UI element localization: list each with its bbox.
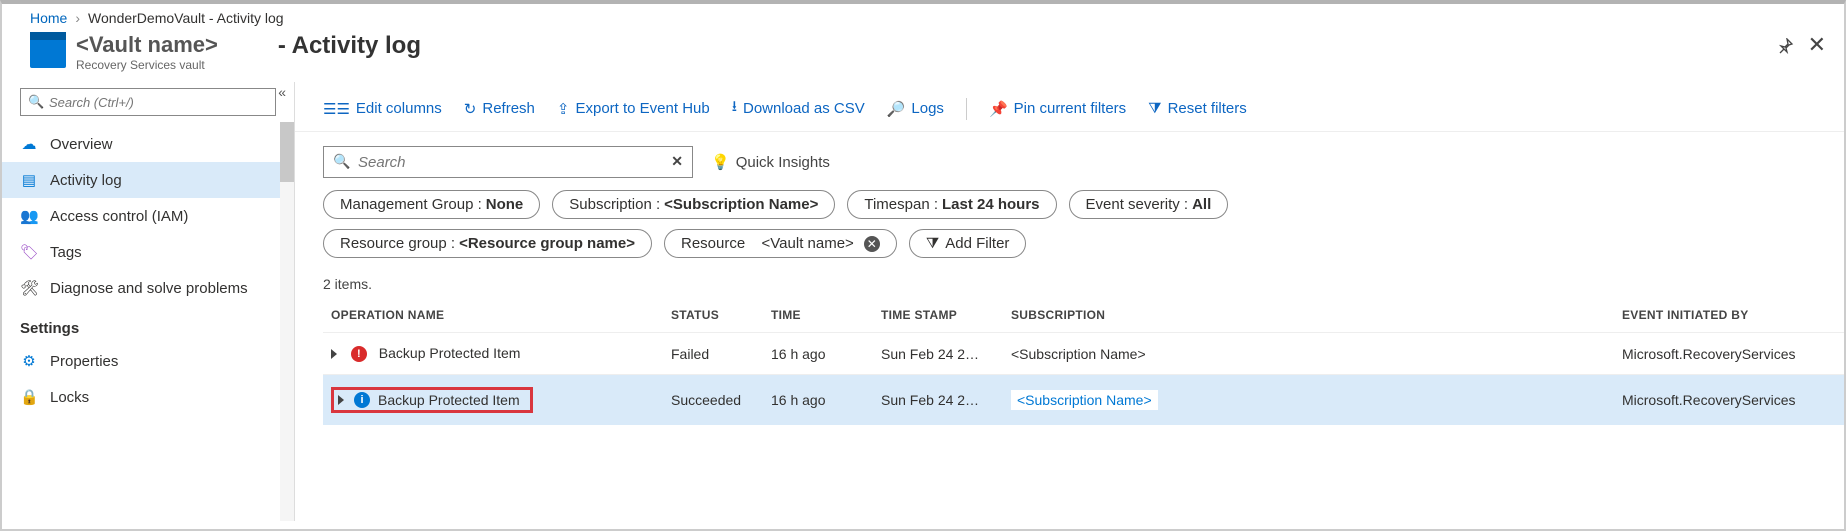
time-cell: 16 h ago bbox=[763, 375, 873, 426]
sidebar-item-label: Overview bbox=[50, 136, 113, 153]
highlighted-operation: i Backup Protected Item bbox=[331, 387, 533, 413]
main-content: ☰☰Edit columns ↻Refresh ⇪Export to Event… bbox=[295, 82, 1844, 521]
error-icon: ! bbox=[351, 346, 367, 362]
chevron-right-icon: › bbox=[75, 10, 80, 26]
col-status[interactable]: Status bbox=[663, 298, 763, 333]
filter-pill-resource[interactable]: Resource <Vault name>✕ bbox=[664, 229, 897, 258]
page-title: - Activity log bbox=[278, 32, 421, 60]
breadcrumb-current: WonderDemoVault - Activity log bbox=[88, 10, 284, 26]
vault-name: <Vault name> bbox=[76, 32, 218, 58]
sidebar-scrollbar[interactable] bbox=[280, 122, 294, 521]
status-cell: Succeeded bbox=[663, 375, 763, 426]
logs-icon: 🔎 bbox=[887, 100, 906, 118]
col-initiated[interactable]: Event initiated by bbox=[1614, 298, 1844, 333]
filter-pill-subscription[interactable]: Subscription : <Subscription Name> bbox=[552, 190, 835, 219]
add-filter-button[interactable]: ⧩Add Filter bbox=[909, 229, 1027, 258]
remove-filter-icon[interactable]: ✕ bbox=[864, 236, 880, 252]
col-time[interactable]: Time bbox=[763, 298, 873, 333]
filter-pill-management-group[interactable]: Management Group : None bbox=[323, 190, 540, 219]
filter-pill-timespan[interactable]: Timespan : Last 24 hours bbox=[847, 190, 1056, 219]
time-cell: 16 h ago bbox=[763, 333, 873, 375]
sidebar-item-label: Access control (IAM) bbox=[50, 208, 188, 225]
filter-reset-icon: ⧩ bbox=[1148, 100, 1161, 117]
sidebar-item-label: Locks bbox=[50, 389, 89, 406]
refresh-button[interactable]: ↻Refresh bbox=[464, 100, 535, 118]
iam-icon: 👥 bbox=[20, 207, 38, 225]
properties-icon: ⚙ bbox=[20, 352, 38, 370]
operation-name: Backup Protected Item bbox=[378, 392, 520, 408]
wrench-icon: 🛠 bbox=[20, 279, 38, 297]
columns-icon: ☰☰ bbox=[323, 100, 350, 118]
export-icon: ⇪ bbox=[557, 100, 570, 118]
table-row[interactable]: i Backup Protected Item Succeeded 16 h a… bbox=[323, 375, 1844, 426]
sidebar-item-label: Diagnose and solve problems bbox=[50, 280, 248, 297]
sidebar-search-input[interactable] bbox=[20, 88, 276, 116]
vault-icon bbox=[30, 32, 66, 68]
breadcrumb: Home › WonderDemoVault - Activity log bbox=[2, 4, 1844, 30]
clear-search-icon[interactable]: ✕ bbox=[671, 153, 683, 170]
download-csv-button[interactable]: ⭳Download as CSV bbox=[732, 96, 865, 121]
items-count: 2 items. bbox=[295, 264, 1844, 298]
col-operation[interactable]: Operation name bbox=[323, 298, 663, 333]
collapse-sidebar-icon[interactable]: « bbox=[278, 84, 286, 100]
pin-icon: 📌 bbox=[989, 100, 1008, 118]
initiated-cell: Microsoft.RecoveryServices bbox=[1614, 375, 1844, 426]
sidebar: « 🔍 ☁ Overview ▤ Activity log 👥 Access c… bbox=[2, 82, 295, 521]
activity-table: Operation name Status Time Time stamp Su… bbox=[323, 298, 1844, 425]
info-icon: i bbox=[354, 392, 370, 408]
pin-icon[interactable] bbox=[1778, 36, 1794, 53]
export-button[interactable]: ⇪Export to Event Hub bbox=[557, 100, 710, 118]
operation-name: Backup Protected Item bbox=[379, 345, 521, 361]
search-icon: 🔍 bbox=[28, 94, 44, 110]
main-search-input[interactable] bbox=[323, 146, 693, 178]
timestamp-cell: Sun Feb 24 2… bbox=[873, 333, 1003, 375]
log-icon: ▤ bbox=[20, 171, 38, 189]
timestamp-cell: Sun Feb 24 2… bbox=[873, 375, 1003, 426]
add-filter-icon: ⧩ bbox=[926, 235, 939, 252]
toolbar: ☰☰Edit columns ↻Refresh ⇪Export to Event… bbox=[295, 88, 1844, 132]
expand-icon[interactable] bbox=[331, 349, 337, 359]
sidebar-item-properties[interactable]: ⚙ Properties bbox=[2, 343, 294, 379]
filter-pill-resource-group[interactable]: Resource group : <Resource group name> bbox=[323, 229, 652, 258]
lock-icon: 🔒 bbox=[20, 388, 38, 406]
cloud-icon: ☁ bbox=[20, 135, 38, 153]
logs-button[interactable]: 🔎Logs bbox=[887, 100, 944, 118]
sidebar-item-overview[interactable]: ☁ Overview bbox=[2, 126, 294, 162]
table-row[interactable]: ! Backup Protected Item Failed 16 h ago … bbox=[323, 333, 1844, 375]
sidebar-section-settings: Settings bbox=[2, 306, 294, 343]
expand-icon[interactable] bbox=[338, 395, 344, 405]
sidebar-item-label: Activity log bbox=[50, 172, 122, 189]
filter-pill-severity[interactable]: Event severity : All bbox=[1069, 190, 1229, 219]
close-icon[interactable]: ✕ bbox=[1808, 32, 1826, 58]
search-icon: 🔍 bbox=[333, 153, 350, 170]
sidebar-item-label: Tags bbox=[50, 244, 82, 261]
breadcrumb-home[interactable]: Home bbox=[30, 10, 67, 26]
sidebar-item-tags[interactable]: 🏷 Tags bbox=[2, 234, 294, 270]
reset-filters-button[interactable]: ⧩Reset filters bbox=[1148, 100, 1247, 117]
status-cell: Failed bbox=[663, 333, 763, 375]
vault-type: Recovery Services vault bbox=[76, 58, 218, 72]
sidebar-item-diagnose[interactable]: 🛠 Diagnose and solve problems bbox=[2, 270, 294, 306]
edit-columns-button[interactable]: ☰☰Edit columns bbox=[323, 100, 442, 118]
refresh-icon: ↻ bbox=[464, 100, 477, 118]
sidebar-item-label: Properties bbox=[50, 353, 118, 370]
download-icon: ⭳ bbox=[732, 96, 737, 121]
pin-filters-button[interactable]: 📌Pin current filters bbox=[989, 100, 1126, 118]
tag-icon: 🏷 bbox=[20, 243, 38, 261]
sidebar-item-activity-log[interactable]: ▤ Activity log bbox=[2, 162, 294, 198]
subscription-cell: <Subscription Name> bbox=[1003, 375, 1614, 426]
sidebar-item-access-control[interactable]: 👥 Access control (IAM) bbox=[2, 198, 294, 234]
sidebar-item-locks[interactable]: 🔒 Locks bbox=[2, 379, 294, 415]
toolbar-divider bbox=[966, 98, 967, 120]
quick-insights-button[interactable]: 💡 Quick Insights bbox=[711, 153, 830, 171]
lightbulb-icon: 💡 bbox=[711, 153, 730, 171]
subscription-cell: <Subscription Name> bbox=[1003, 333, 1614, 375]
initiated-cell: Microsoft.RecoveryServices bbox=[1614, 333, 1844, 375]
col-subscription[interactable]: Subscription bbox=[1003, 298, 1614, 333]
col-timestamp[interactable]: Time stamp bbox=[873, 298, 1003, 333]
page-header: <Vault name> Recovery Services vault - A… bbox=[2, 30, 1844, 82]
